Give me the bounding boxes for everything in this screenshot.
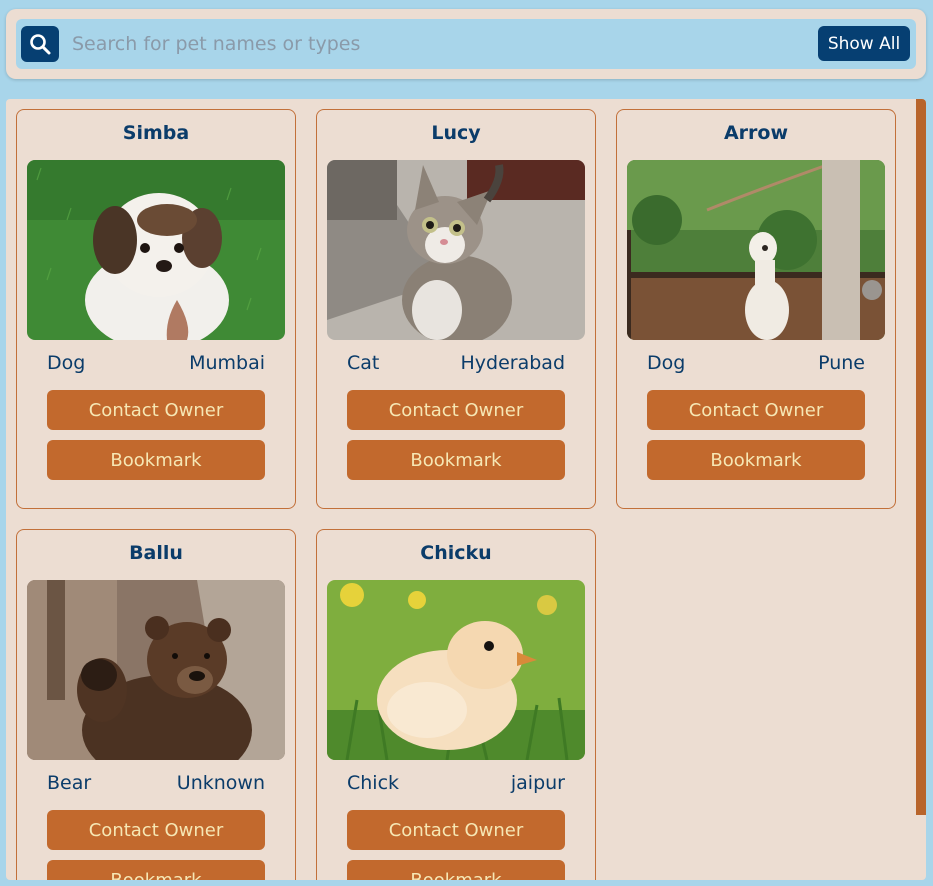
search-icon (30, 34, 51, 55)
pet-name: Simba (122, 122, 190, 144)
contact-owner-button[interactable]: Contact Owner (647, 390, 865, 430)
bookmark-button[interactable]: Bookmark (647, 440, 865, 480)
pet-card: Chicku Chick jaipur Contact Owner Bookma… (316, 529, 596, 880)
pet-type: Bear (47, 772, 92, 794)
scrollbar-thumb[interactable] (916, 99, 926, 815)
bookmark-button[interactable]: Bookmark (347, 860, 565, 880)
pet-city: Pune (818, 352, 865, 374)
search-input[interactable] (72, 26, 802, 62)
pet-card: Ballu Bear Unknown Contact Owner Bookmar… (16, 529, 296, 880)
pet-type: Chick (347, 772, 400, 794)
bookmark-button[interactable]: Bookmark (47, 860, 265, 880)
pet-photo-dog (627, 160, 885, 340)
contact-owner-button[interactable]: Contact Owner (347, 810, 565, 850)
pet-card: Simba Dog Mumbai Contact Owner Bookmark (16, 109, 296, 509)
pet-type: Dog (647, 352, 686, 374)
pet-city: Hyderabad (460, 352, 566, 374)
contact-owner-button[interactable]: Contact Owner (47, 390, 265, 430)
pet-photo-chick (327, 580, 585, 760)
pet-type: Cat (347, 352, 380, 374)
pet-list-panel: Simba Dog Mumbai Contact Owner Bookmark … (6, 99, 926, 880)
pet-city: jaipur (510, 772, 565, 794)
contact-owner-button[interactable]: Contact Owner (347, 390, 565, 430)
pet-name: Chicku (420, 542, 492, 564)
pet-photo-cat (327, 160, 585, 340)
pet-type: Dog (47, 352, 86, 374)
bookmark-button[interactable]: Bookmark (47, 440, 265, 480)
contact-owner-button[interactable]: Contact Owner (47, 810, 265, 850)
search-bar: Show All (6, 9, 926, 79)
pet-name: Arrow (723, 122, 789, 144)
pet-photo-dog (27, 160, 285, 340)
pet-card: Arrow Dog Pune Contact Owner Bookmark (616, 109, 896, 509)
show-all-button[interactable]: Show All (818, 26, 910, 61)
pet-card: Lucy Cat Hyderabad Contact Owner Bookmar… (316, 109, 596, 509)
bookmark-button[interactable]: Bookmark (347, 440, 565, 480)
pet-city: Mumbai (189, 352, 265, 374)
search-button[interactable] (21, 26, 59, 62)
search-field-container: Show All (16, 19, 916, 69)
pet-city: Unknown (176, 772, 265, 794)
pet-name: Ballu (129, 542, 183, 564)
pet-name: Lucy (431, 122, 481, 144)
pet-photo-bear (27, 580, 285, 760)
